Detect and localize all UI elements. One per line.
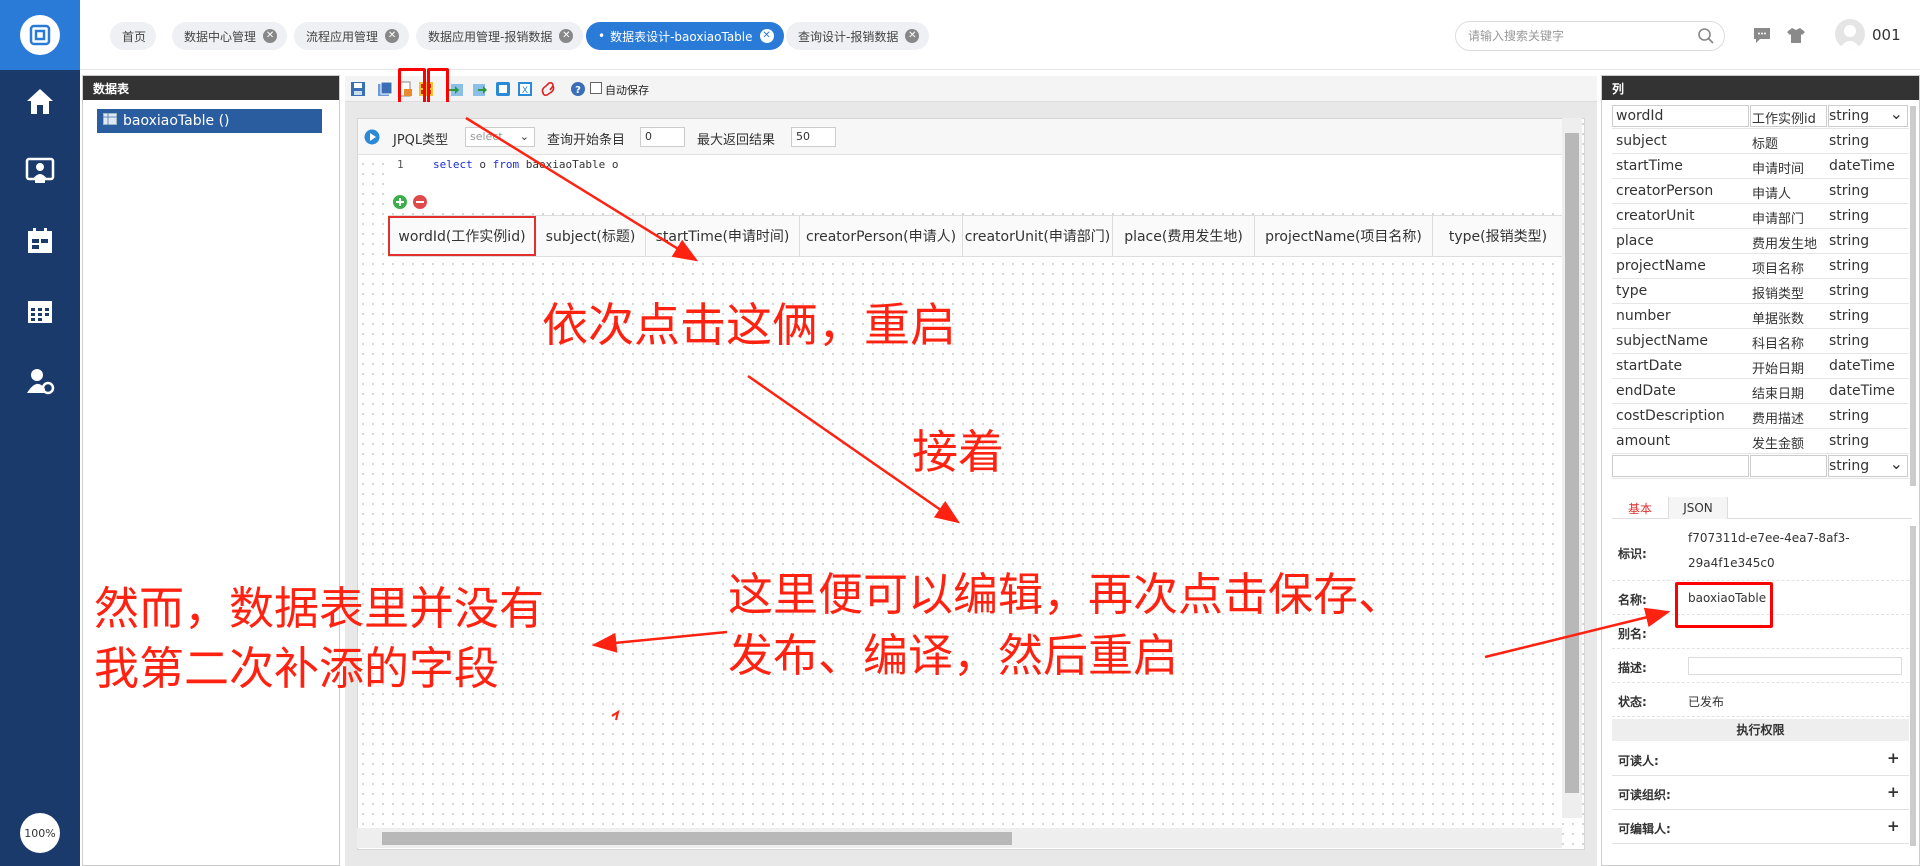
annotation-text: 接着 [912, 425, 1004, 479]
annotation-text: 依次点击这俩，重启 [542, 298, 956, 352]
arrow [591, 630, 728, 653]
arrow [1484, 607, 1671, 659]
annotation-text: 这里便可以编辑，再次点击保存、 [728, 568, 1404, 621]
annotation-text: 我第二次补添的字段 [94, 642, 500, 695]
stray-mark [611, 709, 620, 721]
annotation-text: 然而，数据表里并没有 [94, 582, 545, 635]
arrow [465, 116, 699, 262]
annotation-text: 发布、编译，然后重启 [728, 629, 1179, 682]
